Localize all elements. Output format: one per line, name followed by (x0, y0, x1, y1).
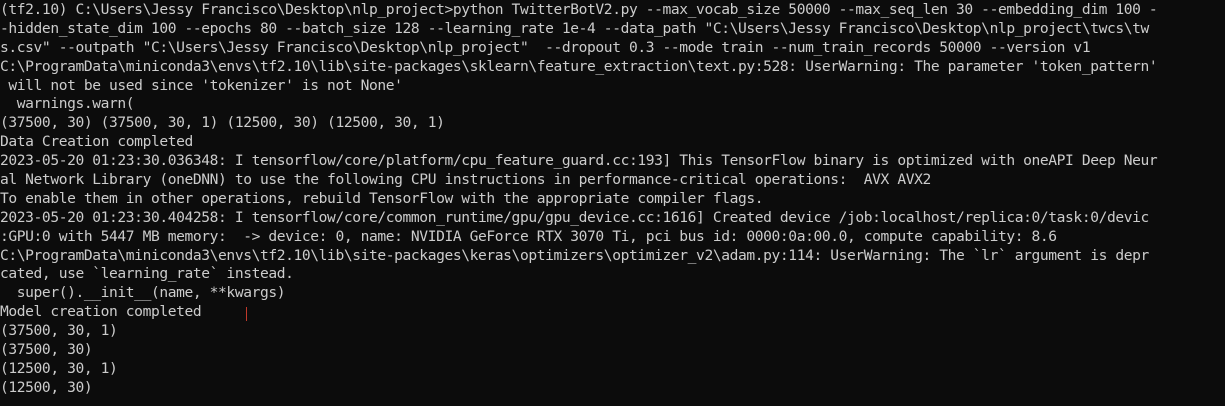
terminal-line: (12500, 30) (0, 378, 93, 396)
terminal-line: To enable them in other operations, rebu… (0, 189, 764, 207)
terminal-line: 2023-05-20 01:23:30.404258: I tensorflow… (0, 208, 1149, 226)
terminal-line: warnings.warn( (0, 95, 135, 113)
terminal-line: Model creation completed (0, 303, 202, 321)
terminal-line: (tf2.10) C:\Users\Jessy Francisco\Deskto… (0, 1, 1158, 18)
terminal-line: Data Creation completed (0, 133, 193, 151)
terminal-line: will not be used since 'tokenizer' is no… (0, 76, 403, 94)
terminal-line: (37500, 30, 1) (0, 322, 118, 340)
terminal-output: (tf2.10) C:\Users\Jessy Francisco\Deskto… (0, 1, 1225, 398)
terminal-line: -hidden_state_dim 100 --epochs 80 --batc… (0, 19, 1149, 37)
terminal-line: (12500, 30, 1) (0, 359, 118, 377)
terminal-line: al Network Library (oneDNN) to use the f… (0, 171, 931, 189)
terminal-window[interactable]: (tf2.10) C:\Users\Jessy Francisco\Deskto… (0, 0, 1225, 406)
terminal-line: (37500, 30) (37500, 30, 1) (12500, 30) (… (0, 114, 445, 132)
terminal-line: s.csv" --outpath "C:\Users\Jessy Francis… (0, 38, 1091, 56)
terminal-line: :GPU:0 with 5447 MB memory: -> device: 0… (0, 227, 1057, 245)
terminal-line: super().__init__(name, **kwargs) (0, 284, 286, 302)
text-cursor (246, 307, 247, 321)
terminal-line: C:\ProgramData\miniconda3\envs\tf2.10\li… (0, 246, 1149, 264)
terminal-line: cated, use `learning_rate` instead. (0, 265, 294, 283)
terminal-line: C:\ProgramData\miniconda3\envs\tf2.10\li… (0, 57, 1158, 75)
terminal-line: (37500, 30) (0, 341, 93, 359)
terminal-line: 2023-05-20 01:23:30.036348: I tensorflow… (0, 152, 1158, 170)
